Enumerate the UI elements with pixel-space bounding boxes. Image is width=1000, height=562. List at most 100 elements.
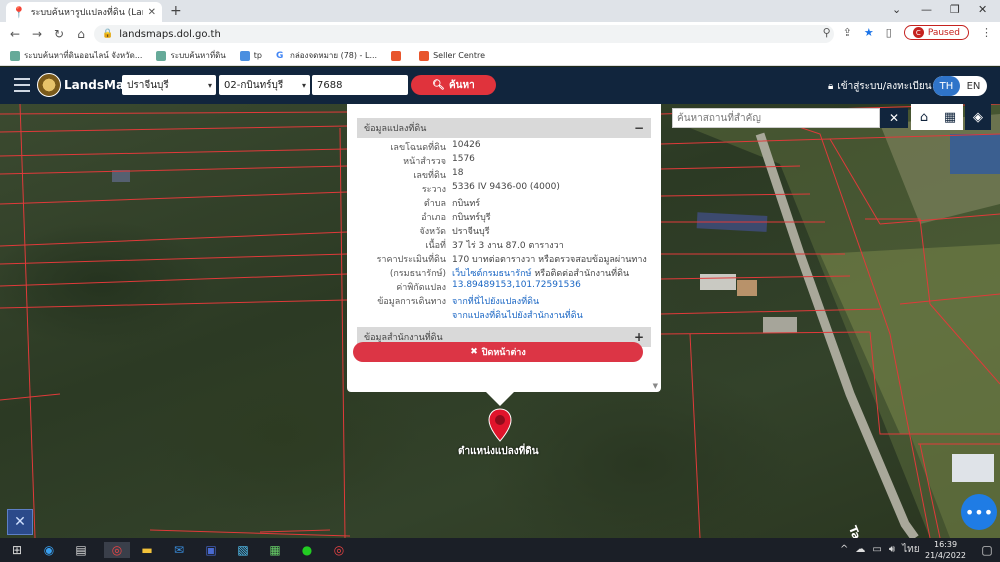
url-text: landsmaps.dol.go.th xyxy=(119,28,221,40)
lock-icon: 🔒 xyxy=(102,29,114,39)
bookmark-item[interactable]: ระบบค้นหาที่ดินออนไลน์ จังหวัด... xyxy=(10,49,142,62)
share-icon[interactable]: ⇪ xyxy=(843,26,852,39)
measure-tool-icon[interactable]: ✕ xyxy=(7,509,33,535)
url-field[interactable]: 🔒 landsmaps.dol.go.th xyxy=(94,25,834,43)
info-row: เลขโฉนดที่ดิน 10426 xyxy=(390,140,481,153)
grid-icon[interactable]: ▦ xyxy=(937,104,963,130)
info-row: (กรมธนารักษ์) เว็บไซต์กรมธนารักษ์ หรือติด… xyxy=(389,269,630,279)
popup-pointer xyxy=(486,392,514,406)
info-row: ข้อมูลการเดินทาง จากที่นี่ไปยังแปลงที่ดิน xyxy=(377,297,540,307)
collapse-icon[interactable]: − xyxy=(634,121,644,135)
close-tab-icon[interactable]: ✕ xyxy=(148,7,156,18)
info-row: ค่าพิกัดแปลง 13.89489153,101.72591536 xyxy=(396,280,581,293)
close-window-button[interactable]: ✖ ปิดหน้าต่าง xyxy=(353,342,643,362)
directions-to-office-link[interactable]: จากแปลงที่ดินไปยังสำนักงานที่ดิน xyxy=(452,311,583,321)
chevron-up-icon[interactable]: ^ xyxy=(840,544,848,555)
bookmarks-bar: ระบบค้นหาที่ดินออนไลน์ จังหวัด... ระบบค้… xyxy=(0,46,1000,66)
scroll-down-icon[interactable]: ▼ xyxy=(653,382,658,390)
app-header: LandsMaps ปราจีนบุรี ▾ 02-กบินทร์บุรี ▾ 76… xyxy=(0,67,1000,104)
hamburger-menu-icon[interactable] xyxy=(14,78,30,92)
info-row: จากแปลงที่ดินไปยังสำนักงานที่ดิน xyxy=(357,308,651,322)
parcel-info-popup: ข้อมูลแปลงที่ดิน − เลขโฉนดที่ดิน 10426 หน… xyxy=(347,104,661,392)
shopee-icon xyxy=(391,50,402,61)
info-row: เลขที่ดิน 18 xyxy=(413,168,464,181)
sidebar-icon[interactable]: ▯ xyxy=(886,26,892,39)
bookmark-item[interactable]: Seller Centre xyxy=(419,50,485,61)
address-bar-row: ← → ↻ ⌂ 🔒 landsmaps.dol.go.th ⚲ ⇪ ★ ▯ C … xyxy=(0,22,1000,46)
location-icon[interactable]: ⚲ xyxy=(823,26,831,39)
search-button[interactable]: 🔍︎ ค้นหา xyxy=(411,75,496,95)
login-register-link[interactable]: 🔒︎ เข้าสู่ระบบ/ลงทะเบียน xyxy=(828,79,932,94)
restore-button[interactable]: ❐ xyxy=(950,3,960,16)
forward-button[interactable]: → xyxy=(26,27,48,41)
coordinates-link[interactable]: 13.89489153,101.72591536 xyxy=(452,280,581,290)
profile-paused-button[interactable]: C Paused xyxy=(903,25,969,40)
landmark-search-input[interactable]: ค้นหาสถานที่สำคัญ xyxy=(672,108,880,128)
cloud-icon[interactable]: ☁ xyxy=(855,544,865,555)
dol-logo xyxy=(37,73,61,97)
browser-tab-bar: 📍 ระบบค้นหารูปแปลงที่ดิน (LandsMaps) ✕ +… xyxy=(0,0,1000,22)
bookmark-item[interactable] xyxy=(391,50,405,61)
bookmark-item[interactable]: G กล่องจดหมาย (78) - L... xyxy=(275,49,377,62)
input-language[interactable]: ไทย xyxy=(902,542,919,557)
clock[interactable]: 16:39 21/4/2022 xyxy=(925,539,966,561)
folder-icon[interactable]: ▬ xyxy=(138,542,156,558)
app-icon[interactable]: ▣ xyxy=(202,542,220,558)
info-row: ตำบล กบินทร์ xyxy=(423,199,481,209)
layers-icon[interactable]: ◈ xyxy=(965,104,991,130)
search-icon: 🔍︎ xyxy=(432,79,445,91)
google-icon: G xyxy=(275,50,286,61)
new-tab-button[interactable]: + xyxy=(170,3,182,19)
windows-taskbar: ⊞ ◉ ▤ ◎ ▬ ✉ ▣ ▧ ▦ ● ◎ ^ ☁ ▭ 🔊︎ ไทย 16:39… xyxy=(0,538,1000,562)
edge-icon[interactable]: ◉ xyxy=(40,542,58,558)
parcel-number-input[interactable]: 7688 xyxy=(312,75,408,95)
bookmark-favicon-icon xyxy=(10,50,20,61)
mail-icon[interactable]: ✉ xyxy=(170,542,188,558)
home-icon[interactable]: ⌂ xyxy=(911,104,937,130)
network-icon[interactable]: ▭ xyxy=(872,544,881,555)
tab-title: ระบบค้นหารูปแปลงที่ดิน (LandsMaps) xyxy=(30,8,143,18)
info-row: ราคาประเมินที่ดิน 170 บาทต่อตารางวา หรือต… xyxy=(376,255,647,265)
notification-icon[interactable]: ▢ xyxy=(978,542,996,558)
chrome-icon[interactable]: ◎ xyxy=(104,542,130,558)
reload-button[interactable]: ↻ xyxy=(48,27,70,41)
district-select[interactable]: 02-กบินทร์บุรี ▾ xyxy=(219,75,310,95)
line-icon[interactable]: ● xyxy=(298,542,316,558)
volume-icon[interactable]: 🔊︎ xyxy=(889,544,895,555)
minimize-button[interactable]: — xyxy=(921,3,932,16)
bookmark-item[interactable]: ระบบค้นหาที่ดิน xyxy=(156,49,226,62)
more-options-fab[interactable]: ••• xyxy=(961,494,997,530)
directions-to-parcel-link[interactable]: จากที่นี่ไปยังแปลงที่ดิน xyxy=(452,297,539,307)
info-row: ระวาง 5336 IV 9436-00 (4000) xyxy=(421,182,560,195)
chevron-down-icon: ▾ xyxy=(301,80,306,90)
bookmark-star-icon[interactable]: ★ xyxy=(864,26,874,39)
parcel-info-table: เลขโฉนดที่ดิน 10426 หน้าสำรวจ 1576 เลขที่ด… xyxy=(357,140,651,322)
info-row: เนื้อที่ 37 ไร่ 3 งาน 87.0 ตารางวา xyxy=(425,241,564,251)
back-button[interactable]: ← xyxy=(4,27,26,41)
bookmark-favicon-icon xyxy=(156,50,167,61)
paused-label: Paused xyxy=(927,27,960,38)
bookmark-favicon-icon xyxy=(239,50,250,61)
store-icon[interactable]: ▤ xyxy=(72,542,90,558)
profile-avatar-icon: C xyxy=(912,27,924,38)
close-window-button[interactable]: ✕ xyxy=(978,3,987,16)
location-pin-icon[interactable] xyxy=(487,408,513,442)
browser-tab[interactable]: 📍 ระบบค้นหารูปแปลงที่ดิน (LandsMaps) ✕ xyxy=(6,2,162,22)
parcel-info-section-header[interactable]: ข้อมูลแปลงที่ดิน − xyxy=(357,118,651,138)
province-select[interactable]: ปราจีนบุรี ▾ xyxy=(122,75,216,95)
lang-th-button[interactable]: TH xyxy=(933,76,960,96)
bookmark-item[interactable]: tp xyxy=(239,50,262,61)
info-row: จังหวัด ปราจีนบุรี xyxy=(419,227,490,237)
menu-dots-icon[interactable]: ⋮ xyxy=(981,26,992,39)
app-badge-icon[interactable]: ▧ xyxy=(234,542,252,558)
chevron-down-icon[interactable]: ⌄ xyxy=(892,3,901,16)
chevron-down-icon: ▾ xyxy=(207,80,212,90)
home-button[interactable]: ⌂ xyxy=(70,27,92,41)
excel-icon[interactable]: ▦ xyxy=(266,542,284,558)
map-pin-icon: 📍 xyxy=(12,5,26,19)
windows-start-icon[interactable]: ⊞ xyxy=(8,542,26,558)
lang-en-button[interactable]: EN xyxy=(960,76,987,96)
chrome-icon[interactable]: ◎ xyxy=(330,542,348,558)
clear-search-button[interactable]: ✕ xyxy=(880,108,908,128)
treasury-website-link[interactable]: เว็บไซต์กรมธนารักษ์ xyxy=(452,269,531,279)
